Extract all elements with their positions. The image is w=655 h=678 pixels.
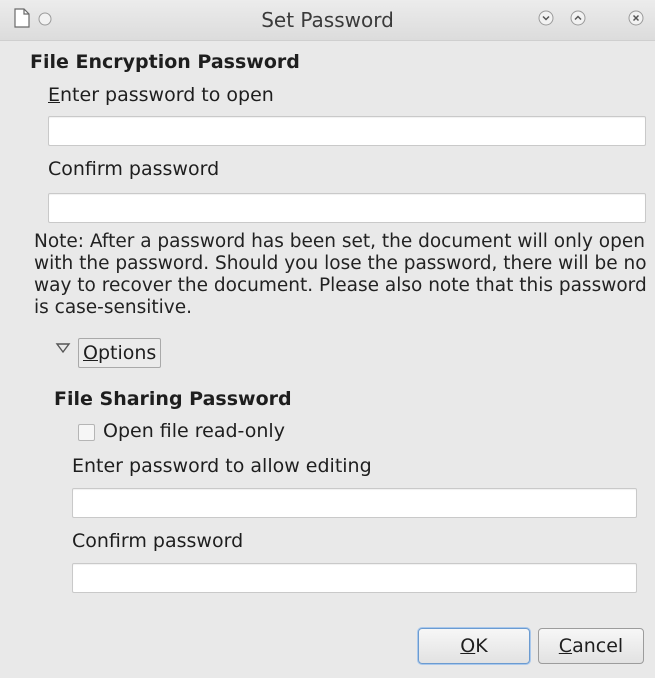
title-bar: Set Password [0,0,655,41]
readonly-checkbox[interactable] [78,424,95,441]
encryption-section-title: File Encryption Password [30,51,300,73]
triangle-down-icon[interactable] [54,339,72,357]
enter-password-label: Enter password to open [48,84,274,106]
confirm-edit-password-field[interactable] [72,563,637,593]
sharing-section-title: File Sharing Password [54,388,292,410]
confirm-password-field[interactable] [48,193,646,223]
readonly-label[interactable]: Open file read-only [103,420,285,442]
window-title: Set Password [261,8,394,32]
chevron-down-icon[interactable] [538,10,554,26]
ok-button[interactable]: OK [418,628,530,664]
password-note: Note: After a password has been set, the… [34,231,647,318]
enter-password-field[interactable] [48,116,646,146]
edit-password-field[interactable] [72,488,637,518]
options-expander[interactable]: Options [78,338,162,368]
close-icon[interactable] [628,10,644,26]
cancel-button[interactable]: Cancel [538,628,644,664]
edit-password-label: Enter password to allow editing [72,455,372,477]
confirm-edit-password-label: Confirm password [72,530,244,552]
confirm-password-label: Confirm password [48,158,220,180]
chevron-up-icon[interactable] [570,10,586,26]
